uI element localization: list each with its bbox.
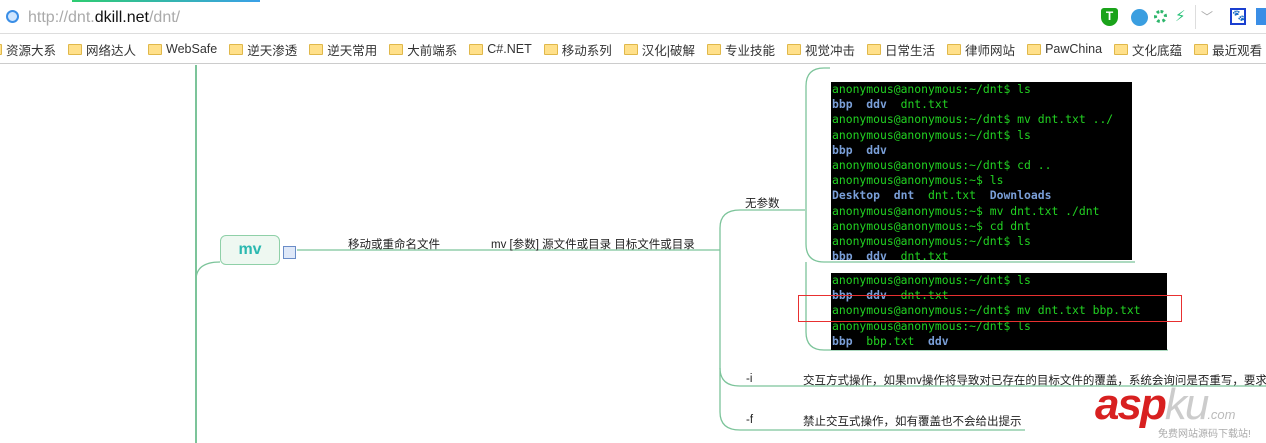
terminal-text: bbp ddv (832, 249, 887, 260)
terminal-line: bbp bbp.txt ddv (832, 334, 1167, 349)
terminal-line: Desktop dnt dnt.txt Downloads (832, 188, 1132, 203)
terminal-text: anonymous@anonymous:~/dnt$ ls (832, 127, 1031, 142)
terminal-text: dnt.txt (886, 249, 949, 260)
terminal-text: dnt.txt (886, 97, 949, 112)
root-label: mv (238, 241, 262, 258)
highlight-box (798, 295, 1182, 322)
terminal-text: Desktop dnt (832, 188, 915, 203)
terminal-line: anonymous@anonymous:~/dnt$ mv dnt.txt ..… (832, 112, 1132, 127)
terminal-text: Downloads (989, 188, 1052, 203)
terminal-text: bbp (832, 333, 853, 348)
branch-label[interactable]: 移动或重命名文件 (348, 236, 440, 252)
terminal-line: anonymous@anonymous:~$ mv dnt.txt ./dnt (832, 204, 1132, 219)
syntax-label[interactable]: mv [参数] 源文件或目录 目标文件或目录 (491, 236, 695, 252)
terminal-line: bbp ddv dnt.txt (832, 249, 1132, 260)
terminal-text: anonymous@anonymous:~$ ls (832, 173, 1004, 188)
watermark-subtitle: 免费网站源码下载站! (1158, 429, 1251, 440)
terminal-text: ddv (928, 333, 949, 348)
terminal-text: anonymous@anonymous:~/dnt$ mv dnt.txt ..… (832, 112, 1114, 127)
terminal-line: anonymous@anonymous:~/dnt$ ls (832, 82, 1132, 97)
terminal-text: anonymous@anonymous:~/dnt$ cd .. (832, 158, 1052, 173)
terminal-line: anonymous@anonymous:~$ cd dnt (832, 219, 1132, 234)
terminal-line: anonymous@anonymous:~/dnt$ ls (832, 273, 1167, 288)
terminal-screenshot-1: anonymous@anonymous:~/dnt$ ls bbp ddv dnt… (831, 82, 1132, 260)
option-f-desc[interactable]: 禁止交互式操作，如有覆盖也不会给出提示 (803, 413, 1022, 429)
terminal-text: anonymous@anonymous:~$ mv dnt.txt ./dnt (832, 203, 1100, 218)
terminal-line: bbp ddv (832, 143, 1132, 158)
terminal-line: anonymous@anonymous:~$ ls (832, 173, 1132, 188)
terminal-text: bbp.txt (852, 333, 929, 348)
option-f[interactable]: -f (746, 414, 753, 426)
terminal-line: anonymous@anonymous:~/dnt$ cd .. (832, 158, 1132, 173)
note-edit-icon[interactable] (283, 246, 296, 259)
terminal-text: anonymous@anonymous:~/dnt$ ls (832, 234, 1031, 249)
terminal-line: bbp ddv dnt.txt (832, 97, 1132, 112)
terminal-text: anonymous@anonymous:~$ cd dnt (832, 218, 1031, 233)
terminal-text: anonymous@anonymous:~/dnt$ ls (832, 273, 1031, 287)
terminal-text: bbp ddv (832, 142, 887, 157)
terminal-text: bbp ddv (832, 97, 887, 112)
terminal-text: dnt.txt (914, 188, 990, 203)
terminal-text: anonymous@anonymous:~/dnt$ ls (832, 82, 1031, 96)
root-node[interactable]: mv (220, 235, 280, 265)
terminal-line: anonymous@anonymous:~/dnt$ ls (832, 128, 1132, 143)
option-none[interactable]: 无参数 (745, 195, 780, 211)
option-i[interactable]: -i (746, 373, 752, 385)
terminal-line: anonymous@anonymous:~/dnt$ ls (832, 234, 1132, 249)
